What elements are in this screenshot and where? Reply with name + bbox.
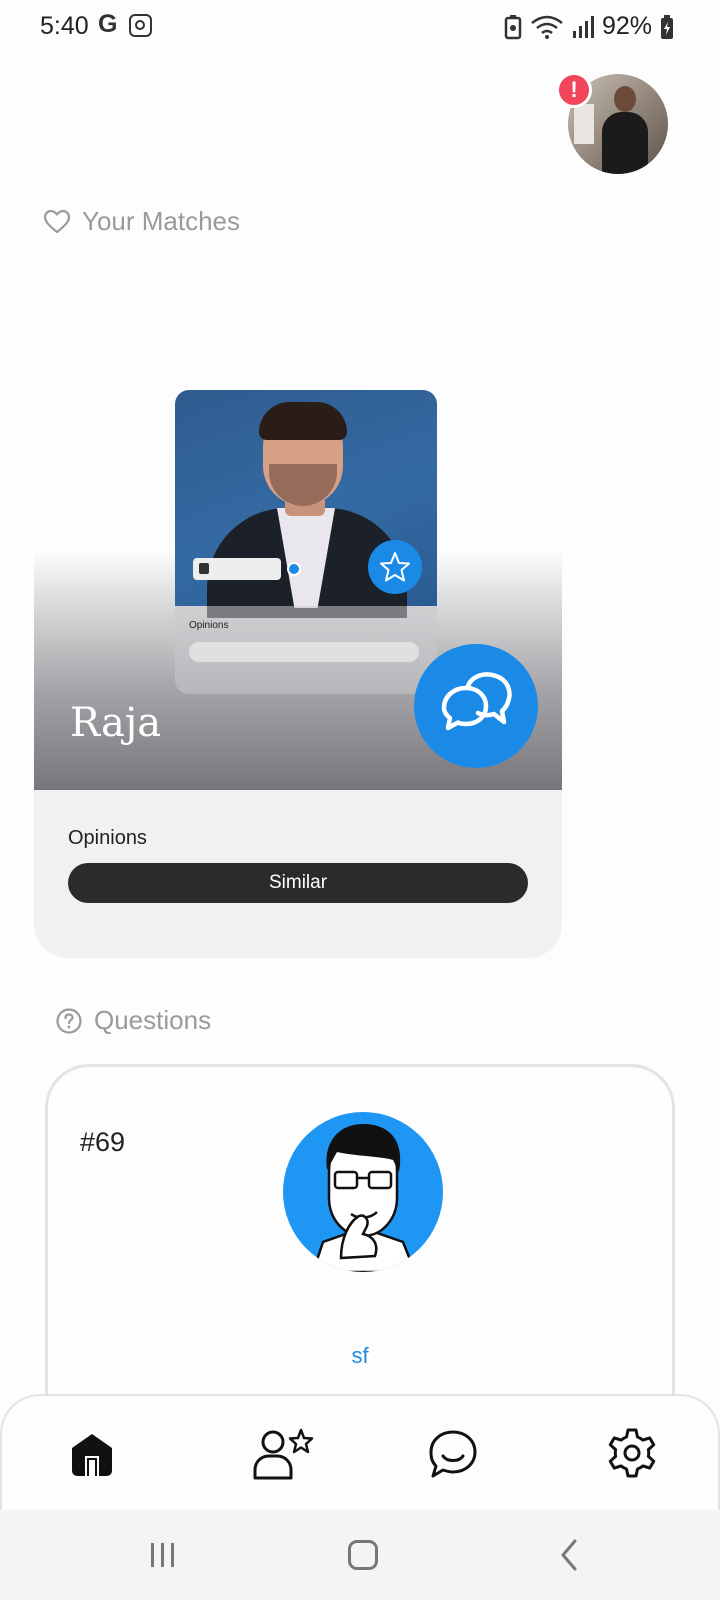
lock-icon xyxy=(199,563,209,574)
signal-icon xyxy=(572,15,594,38)
matches-heading: Your Matches xyxy=(44,206,240,237)
questions-heading: Questions xyxy=(56,1005,211,1036)
favorite-button[interactable] xyxy=(368,540,422,594)
heart-icon xyxy=(44,209,70,233)
alert-badge: ! xyxy=(556,72,592,108)
status-bar: 5:40 G 92% xyxy=(0,0,720,54)
home-icon xyxy=(72,1434,112,1476)
wifi-icon xyxy=(531,15,563,39)
status-indicators: 92% xyxy=(504,12,674,41)
status-time: 5:40 xyxy=(40,12,89,40)
match-photo-card[interactable]: Opinions xyxy=(175,390,437,694)
gear-icon xyxy=(608,1428,656,1478)
match-photo xyxy=(175,390,437,618)
question-author-avatar[interactable] xyxy=(283,1112,443,1272)
battery-saver-icon xyxy=(504,14,522,39)
system-nav-bar xyxy=(0,1510,720,1600)
star-icon xyxy=(380,552,410,582)
matches-heading-label: Your Matches xyxy=(82,206,241,236)
battery-percent: 92% xyxy=(601,12,652,40)
instagram-icon xyxy=(129,14,152,37)
question-number: #69 xyxy=(80,1127,126,1157)
photo-opinion-bar xyxy=(189,642,419,662)
opinions-label: Opinions xyxy=(68,827,147,849)
photo-info-panel: Opinions xyxy=(175,606,437,694)
verified-icon xyxy=(287,562,301,576)
profile-star-icon xyxy=(253,1428,314,1480)
questions-heading-label: Questions xyxy=(94,1005,212,1035)
question-circle-icon xyxy=(56,1007,82,1034)
opinion-similar-pill: Similar xyxy=(68,863,528,903)
chat-button[interactable] xyxy=(414,644,538,768)
nav-home[interactable] xyxy=(64,1426,120,1482)
thinking-man-illustration xyxy=(311,1124,417,1272)
google-icon: G xyxy=(98,10,118,38)
nav-settings[interactable] xyxy=(604,1426,660,1482)
system-home-icon[interactable] xyxy=(348,1540,378,1570)
match-name: Raja xyxy=(70,700,162,746)
bottom-nav xyxy=(0,1394,720,1510)
photo-opinions-label: Opinions xyxy=(189,620,229,631)
back-icon[interactable] xyxy=(555,1538,585,1572)
recent-apps-icon[interactable] xyxy=(148,1540,178,1570)
question-author[interactable]: sf xyxy=(48,1343,672,1369)
chat-bubbles-icon xyxy=(441,672,512,731)
photo-name-bar xyxy=(193,558,281,580)
nav-messages[interactable] xyxy=(425,1426,481,1482)
battery-charging-icon xyxy=(661,14,673,39)
nav-profile[interactable] xyxy=(253,1426,314,1482)
message-icon xyxy=(429,1430,477,1478)
